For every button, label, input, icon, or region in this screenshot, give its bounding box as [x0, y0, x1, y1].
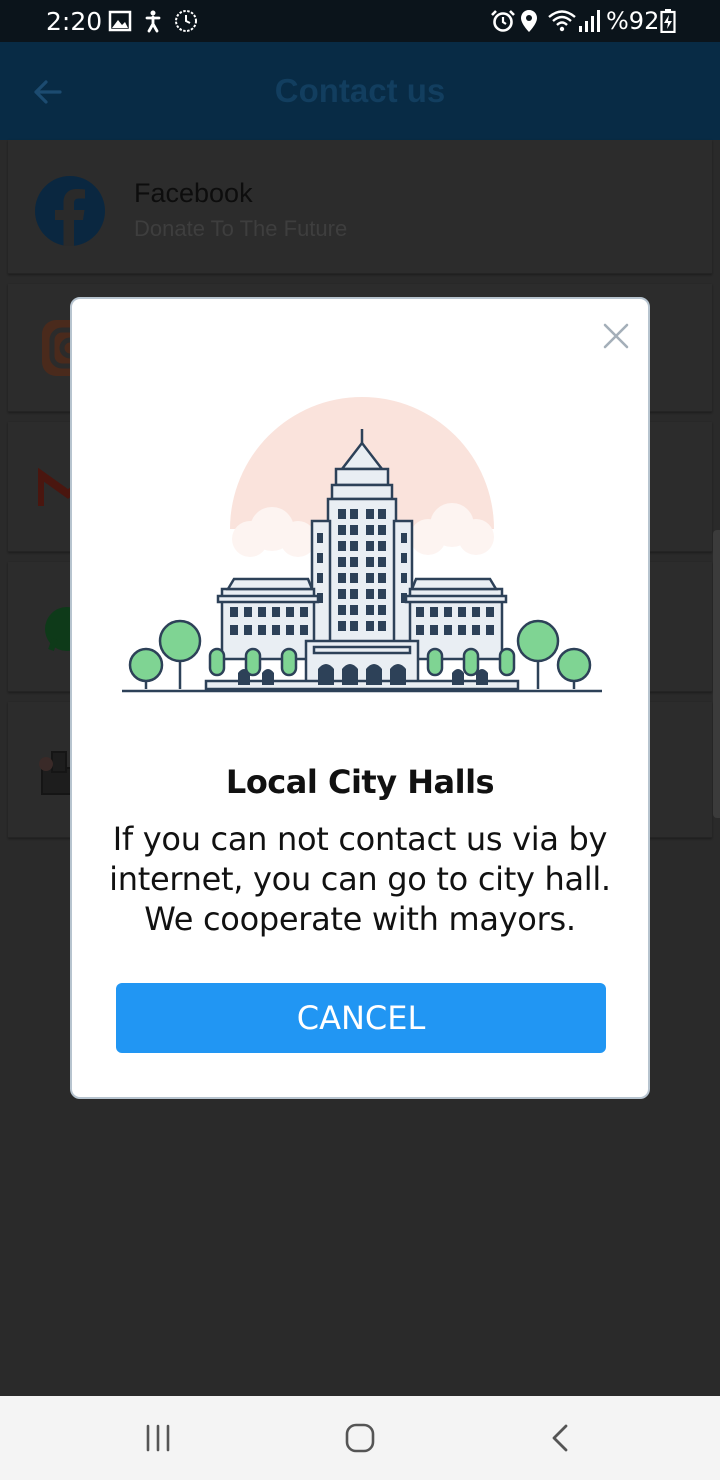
battery-charging-icon: [660, 9, 676, 33]
wifi-icon: [548, 10, 576, 32]
alarm-icon: [491, 10, 515, 32]
list-item-subtitle: Donate To The Future: [134, 216, 348, 241]
image-icon: [108, 10, 132, 32]
back-icon[interactable]: [541, 1418, 581, 1458]
status-bar: 2:20 %92: [0, 0, 720, 42]
facebook-icon: [35, 176, 105, 246]
status-time: 2:20: [46, 7, 103, 36]
cancel-button[interactable]: CANCEL: [116, 983, 606, 1053]
scrollbar[interactable]: [713, 530, 720, 818]
list-item-facebook[interactable]: Facebook Donate To The Future: [8, 140, 712, 274]
home-icon[interactable]: [340, 1418, 380, 1458]
app-bar: Contact us: [0, 42, 720, 140]
page-title: Contact us: [274, 72, 446, 109]
dialog-title: Local City Halls: [225, 763, 495, 801]
accessibility-icon: [145, 10, 161, 33]
dialog-message: If you can not contact us via by interne…: [109, 820, 611, 938]
city-hall-illustration: [122, 397, 602, 709]
city-hall-dialog: Local City Halls If you can not contact …: [70, 297, 650, 1099]
clock-icon: [175, 10, 197, 32]
list-item-title: Facebook: [134, 178, 253, 208]
battery-percentage: %92: [606, 7, 660, 35]
close-icon[interactable]: [599, 319, 633, 353]
location-icon: [521, 10, 537, 32]
recents-icon[interactable]: [138, 1418, 178, 1458]
signal-icon: [579, 10, 600, 32]
system-navigation-bar: [0, 1396, 720, 1480]
